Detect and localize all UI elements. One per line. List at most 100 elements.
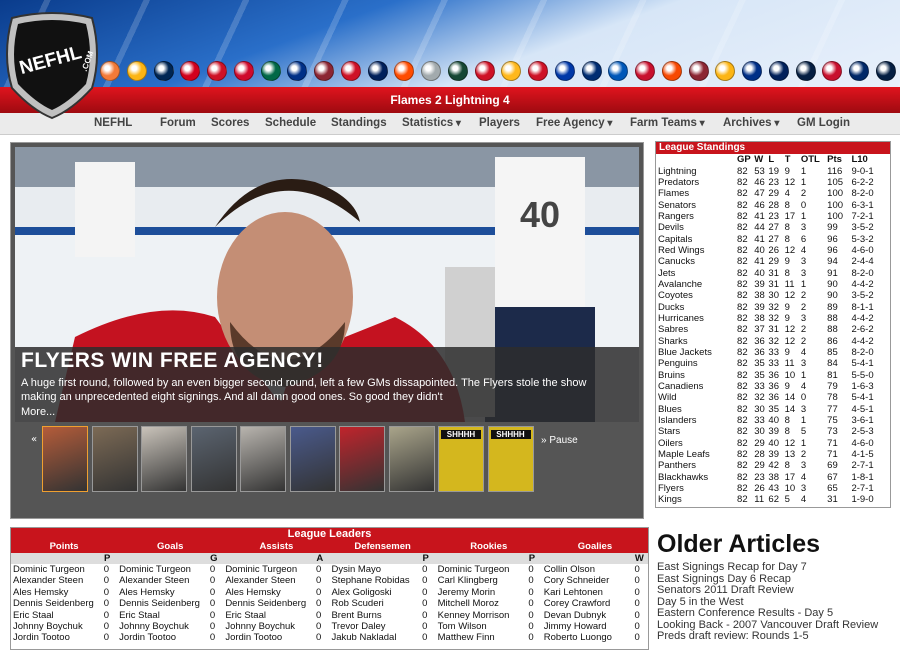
standings-row[interactable]: Kings 82 11 62 5 4 31 1-9-0 <box>656 494 890 505</box>
team-logo-icon[interactable] <box>367 61 388 81</box>
team-logo-icon[interactable] <box>153 61 174 81</box>
leader-player-name[interactable]: Stephane Robidas <box>329 575 422 586</box>
leader-player-name[interactable]: Eric Staal <box>223 610 316 621</box>
standings-row[interactable]: Rangers 82 41 23 17 1 100 7-2-1 <box>656 211 890 222</box>
leader-player-name[interactable]: Rob Scuderi <box>329 598 422 609</box>
leader-player-name[interactable]: Roberto Luongo <box>542 632 635 643</box>
team-name[interactable]: Ducks <box>656 301 737 313</box>
standings-row[interactable]: Blue Jackets 82 36 33 9 4 85 8-2-0 <box>656 347 890 358</box>
leader-player-name[interactable]: Alexander Steen <box>117 575 210 586</box>
leader-player-name[interactable]: Dominic Turgeon <box>223 564 316 575</box>
team-logo-icon[interactable] <box>340 61 361 81</box>
leader-player-name[interactable]: Dennis Seidenberg <box>11 598 104 609</box>
team-logo-icon[interactable] <box>849 61 869 81</box>
team-name[interactable]: Avalanche <box>656 279 737 290</box>
nav-item-free-agency[interactable]: Free Agency <box>536 117 612 129</box>
standings-row[interactable]: Panthers 82 29 42 8 3 69 2-7-1 <box>656 460 890 471</box>
leader-player-name[interactable]: Jakub Nakladal <box>329 632 422 643</box>
standings-row[interactable]: Penguins 82 35 33 11 3 84 5-4-1 <box>656 358 890 369</box>
leader-player-name[interactable]: Tom Wilson <box>436 621 529 632</box>
standings-row[interactable]: Blackhawks 82 23 38 17 4 67 1-8-1 <box>656 472 890 483</box>
leader-player-name[interactable]: Alexander Steen <box>223 575 316 586</box>
nav-item-gm-login[interactable]: GM Login <box>797 117 850 129</box>
team-logo-icon[interactable] <box>528 61 548 81</box>
leader-player-name[interactable]: Alexander Steen <box>11 575 104 586</box>
nav-item-schedule[interactable]: Schedule <box>265 117 316 129</box>
more-link[interactable]: More... <box>21 406 55 418</box>
team-name[interactable]: Panthers <box>656 460 737 471</box>
team-name[interactable]: Penguins <box>656 358 737 369</box>
standings-row[interactable]: Capitals 82 41 27 8 6 96 5-3-2 <box>656 233 890 245</box>
team-logo-icon[interactable] <box>822 61 843 81</box>
team-logo-icon[interactable] <box>635 61 655 81</box>
leader-player-name[interactable]: Alex Goligoski <box>329 587 422 598</box>
leader-player-name[interactable]: Trevor Daley <box>329 621 422 632</box>
team-name[interactable]: Flames <box>656 188 737 199</box>
standings-row[interactable]: Senators 82 46 28 8 0 100 6-3-1 <box>656 199 890 211</box>
team-logo-icon[interactable] <box>180 61 201 81</box>
leader-player-name[interactable]: Devan Dubnyk <box>542 610 635 621</box>
team-name[interactable]: Oilers <box>656 438 737 449</box>
team-name[interactable]: Canucks <box>656 256 737 267</box>
older-article-link[interactable]: East Signings Recap for Day 7 <box>657 561 897 574</box>
nav-item-forum[interactable]: Forum <box>160 117 196 129</box>
team-name[interactable]: Rangers <box>656 211 737 222</box>
team-logo-icon[interactable] <box>233 61 254 81</box>
team-logo-icon[interactable] <box>421 61 441 81</box>
pause-button[interactable]: » Pause <box>541 435 578 446</box>
previous-slide-button[interactable]: « <box>31 434 37 445</box>
team-logo-icon[interactable] <box>875 61 896 81</box>
leader-player-name[interactable]: Jordin Tootoo <box>117 632 210 643</box>
team-name[interactable]: Devils <box>656 222 737 233</box>
standings-row[interactable]: Stars 82 30 39 8 5 73 2-5-3 <box>656 426 890 437</box>
standings-row[interactable]: Jets 82 40 31 8 3 91 8-2-0 <box>656 267 890 279</box>
leader-player-name[interactable]: Dominic Turgeon <box>436 564 529 575</box>
standings-row[interactable]: Avalanche 82 39 31 11 1 90 4-4-2 <box>656 279 890 290</box>
slide-thumbnail[interactable] <box>240 426 286 492</box>
older-article-link[interactable]: Preds draft review: Rounds 1-5 <box>657 631 897 643</box>
leader-player-name[interactable]: Ales Hemsky <box>223 587 316 598</box>
slide-thumbnail[interactable] <box>388 426 435 492</box>
slide-thumbnail[interactable] <box>42 426 88 492</box>
featured-headline[interactable]: FLYERS WIN FREE AGENCY! <box>21 349 324 373</box>
leader-player-name[interactable]: Ales Hemsky <box>117 587 210 598</box>
leader-player-name[interactable]: Carl Klingberg <box>436 575 529 586</box>
team-logo-icon[interactable] <box>447 61 468 81</box>
team-name[interactable]: Senators <box>656 199 737 211</box>
team-logo-icon[interactable] <box>715 61 736 81</box>
team-name[interactable]: Maple Leafs <box>656 449 737 460</box>
leader-player-name[interactable]: Jeremy Morin <box>436 587 529 598</box>
nav-item-players[interactable]: Players <box>479 117 520 129</box>
nav-item-archives[interactable]: Archives <box>723 117 779 129</box>
nefhl-logo[interactable]: NEFHL .COM <box>2 10 102 120</box>
standings-row[interactable]: Canadiens 82 33 36 9 4 79 1-6-3 <box>656 381 890 392</box>
team-name[interactable]: Jets <box>656 267 737 279</box>
team-name[interactable]: Islanders <box>656 415 737 426</box>
leader-player-name[interactable]: Dennis Seidenberg <box>223 598 316 609</box>
standings-row[interactable]: Flyers 82 26 43 10 3 65 2-7-1 <box>656 483 890 494</box>
team-logo-icon[interactable] <box>474 61 495 81</box>
standings-row[interactable]: Sharks 82 36 32 12 2 86 4-4-2 <box>656 336 890 347</box>
slide-thumbnail[interactable] <box>190 426 237 492</box>
team-logo-icon[interactable] <box>501 61 522 81</box>
leader-player-name[interactable]: Cory Schneider <box>542 575 635 586</box>
team-name[interactable]: Predators <box>656 177 737 188</box>
slide-thumbnail[interactable] <box>339 426 385 492</box>
team-logo-icon[interactable] <box>260 61 281 81</box>
leader-player-name[interactable]: Dominic Turgeon <box>117 564 210 575</box>
team-logo-icon[interactable] <box>688 61 709 81</box>
standings-row[interactable]: Sabres 82 37 31 12 2 88 2-6-2 <box>656 324 890 335</box>
leader-player-name[interactable]: Eric Staal <box>11 610 104 621</box>
leader-player-name[interactable]: Mitchell Moroz <box>436 598 529 609</box>
leader-player-name[interactable]: Brent Burns <box>329 610 422 621</box>
team-logo-icon[interactable] <box>207 61 227 81</box>
standings-row[interactable]: Bruins 82 35 36 10 1 81 5-5-0 <box>656 370 890 381</box>
standings-row[interactable]: Oilers 82 29 40 12 1 71 4-6-0 <box>656 438 890 449</box>
team-name[interactable]: Bruins <box>656 370 737 381</box>
team-logo-icon[interactable] <box>100 61 120 81</box>
nav-item-scores[interactable]: Scores <box>211 117 249 129</box>
leader-player-name[interactable]: Kari Lehtonen <box>542 587 635 598</box>
team-name[interactable]: Lightning <box>656 165 737 177</box>
score-ticker[interactable]: Flames 2 Lightning 4 <box>0 87 900 113</box>
team-name[interactable]: Hurricanes <box>656 313 737 324</box>
